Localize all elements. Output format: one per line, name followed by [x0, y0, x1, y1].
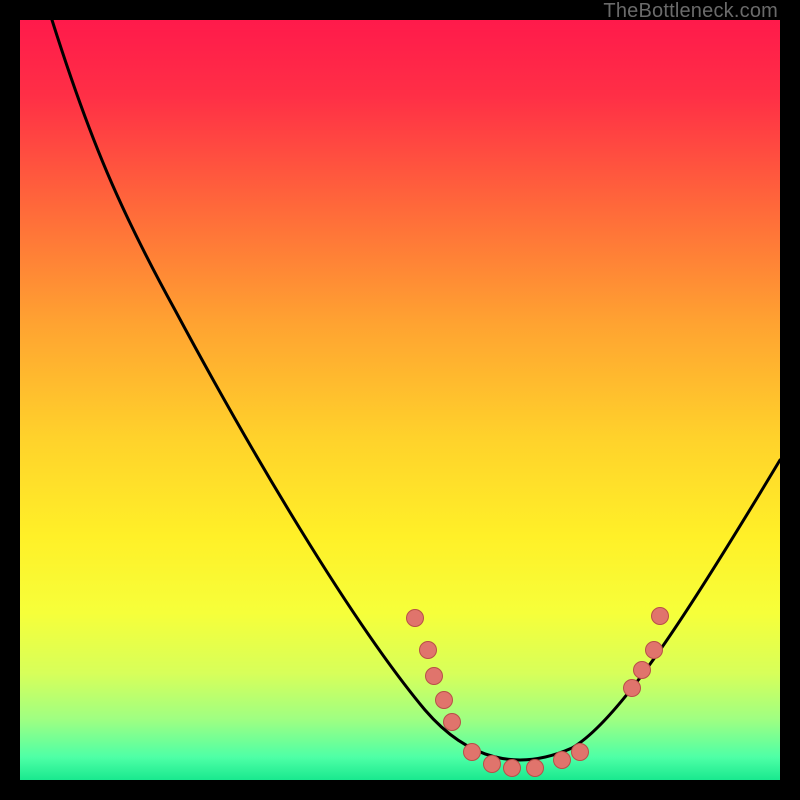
- gradient-background: [20, 20, 780, 780]
- data-point: [484, 756, 501, 773]
- data-point: [652, 608, 669, 625]
- data-point: [624, 680, 641, 697]
- data-point: [646, 642, 663, 659]
- data-point: [527, 760, 544, 777]
- data-point: [572, 744, 589, 761]
- data-point: [426, 668, 443, 685]
- data-point: [634, 662, 651, 679]
- data-point: [420, 642, 437, 659]
- data-point: [464, 744, 481, 761]
- data-point: [554, 752, 571, 769]
- data-point: [504, 760, 521, 777]
- data-point: [436, 692, 453, 709]
- chart-canvas: [20, 20, 780, 780]
- data-point: [407, 610, 424, 627]
- data-point: [444, 714, 461, 731]
- chart-frame: [20, 20, 780, 780]
